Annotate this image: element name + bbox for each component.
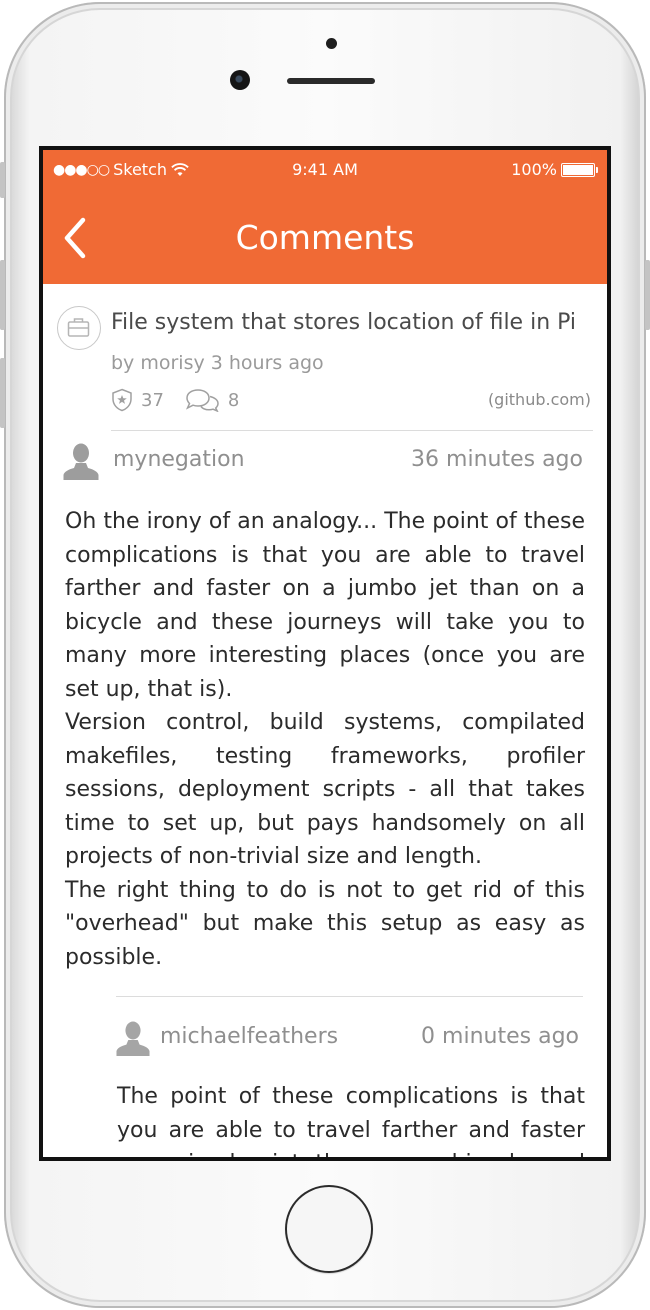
battery-percentage: 100% xyxy=(511,160,557,179)
battery-icon xyxy=(561,162,598,177)
post-title[interactable]: File system that stores location of file… xyxy=(111,310,576,335)
volume-down-button xyxy=(0,358,5,428)
power-button xyxy=(645,260,650,330)
earpiece-speaker xyxy=(287,78,375,84)
shield-star-icon xyxy=(112,388,132,412)
comment-username[interactable]: michaelfeathers xyxy=(160,1024,338,1049)
comments-count: 8 xyxy=(227,389,240,411)
comment-time: 0 minutes ago xyxy=(421,1024,579,1049)
app-display: ●●●○○ Sketch 9:41 AM 100% Comments File … xyxy=(43,150,607,1157)
points-count: 37 xyxy=(141,389,164,411)
post-meta: by morisy 3 hours ago xyxy=(111,352,324,374)
reply-divider xyxy=(116,996,583,997)
comment-bubbles-icon xyxy=(185,389,219,412)
post-domain[interactable]: (github.com) xyxy=(488,390,591,409)
navigation-bar: ●●●○○ Sketch 9:41 AM 100% Comments xyxy=(43,150,607,284)
proximity-sensor xyxy=(326,38,337,49)
comment-paragraph: Oh the irony of an analogy... The point … xyxy=(65,509,585,702)
comment-body: The point of these complications is that… xyxy=(117,1080,585,1157)
post-stats: 37 8 xyxy=(111,388,239,412)
status-bar: ●●●○○ Sketch 9:41 AM 100% xyxy=(43,158,607,186)
home-button[interactable] xyxy=(285,1185,373,1273)
briefcase-icon xyxy=(57,306,101,350)
user-avatar-icon xyxy=(116,1021,150,1056)
status-right: 100% xyxy=(511,160,598,179)
volume-up-button xyxy=(0,260,5,330)
comment-paragraph: The right thing to do is not to get rid … xyxy=(65,877,585,970)
comment-body: Oh the irony of an analogy... The point … xyxy=(65,505,585,974)
mute-switch xyxy=(0,162,5,198)
post-divider xyxy=(111,430,593,431)
comment-paragraph: The point of these complications is that… xyxy=(117,1084,585,1157)
comment-time: 36 minutes ago xyxy=(411,447,583,472)
user-avatar-icon xyxy=(63,443,99,480)
comment-username[interactable]: mynegation xyxy=(113,447,245,472)
front-camera xyxy=(230,70,250,90)
page-title: Comments xyxy=(235,218,415,257)
comment-paragraph: Version control, build systems, compilat… xyxy=(65,710,585,869)
screen: ●●●○○ Sketch 9:41 AM 100% Comments File … xyxy=(39,146,611,1161)
